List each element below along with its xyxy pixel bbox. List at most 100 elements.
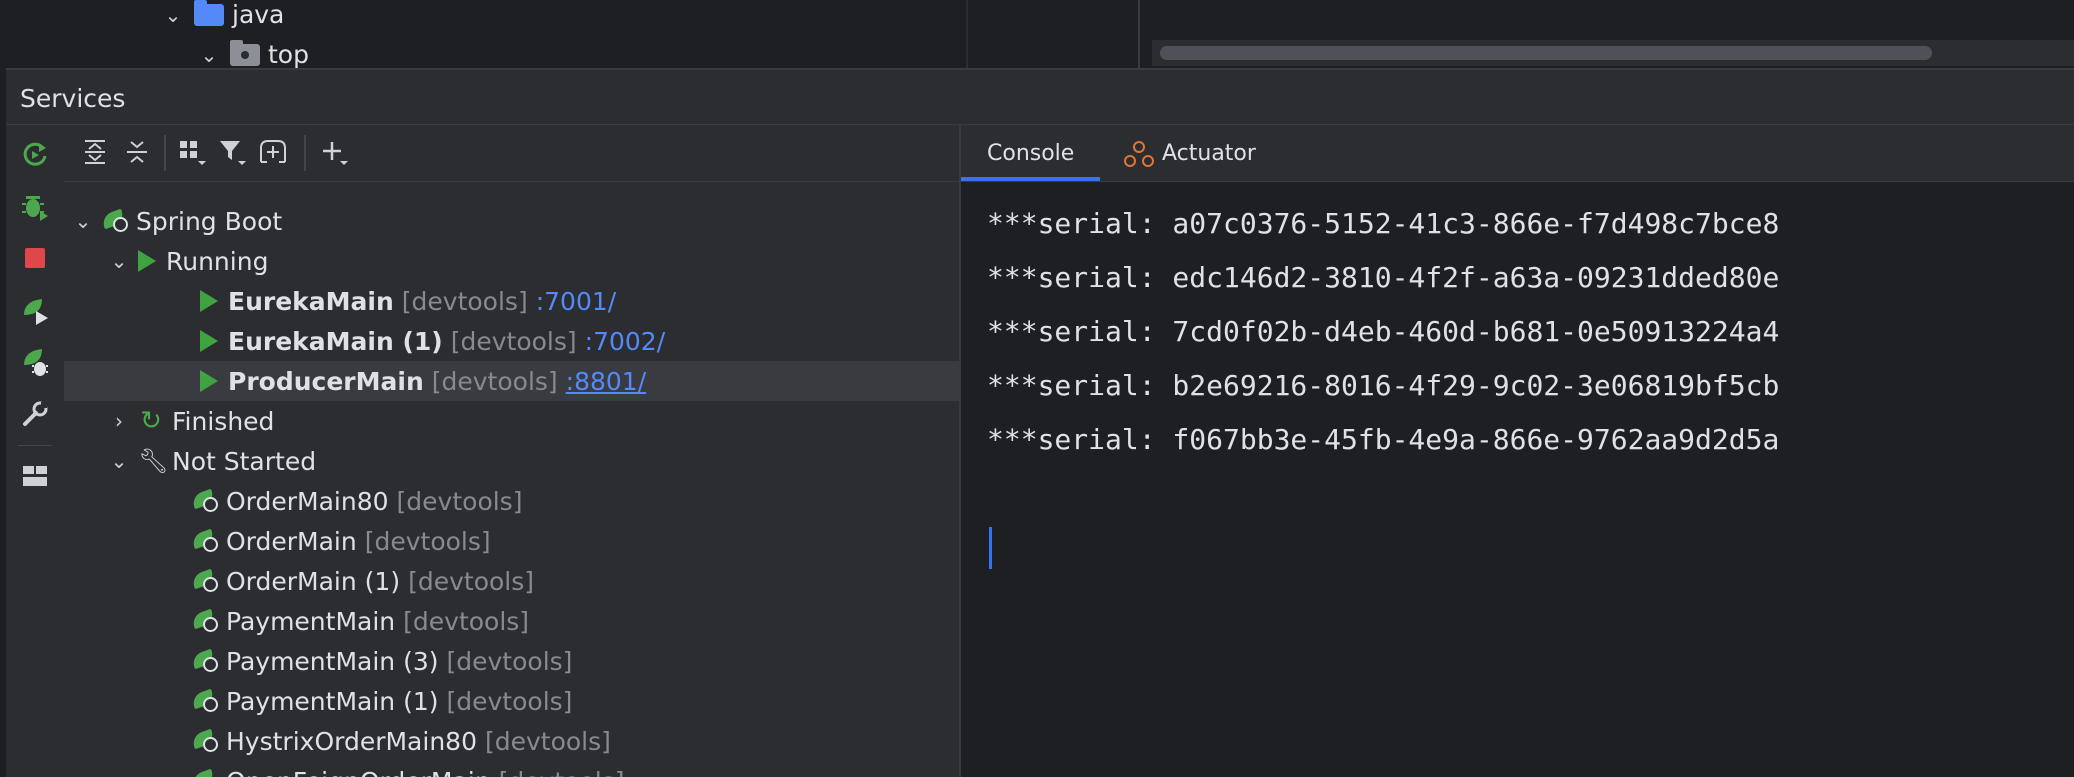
service-row-producermain[interactable]: ProducerMain [devtools] :8801/ <box>64 361 961 401</box>
service-row-ordermain[interactable]: OrderMain [devtools] <box>64 521 961 561</box>
spring-boot-icon <box>192 728 220 754</box>
actuator-icon <box>1124 139 1152 167</box>
running-icon <box>200 370 218 392</box>
tree-node-label: java <box>232 0 284 29</box>
service-tag: [devtools] <box>403 607 529 636</box>
debug-icon[interactable] <box>18 189 52 223</box>
settings-wrench-icon[interactable] <box>18 397 52 431</box>
console-line: ***serial: edc146d2-3810-4f2f-a63a-09231… <box>987 261 1779 294</box>
service-tag: [devtools] <box>402 287 528 316</box>
tab-label: Actuator <box>1162 141 1256 166</box>
tree-node-label: top <box>268 40 309 69</box>
service-tag: [devtools] <box>499 767 625 777</box>
service-row-openfeignordermain[interactable]: OpenFeignOrderMain [devtools] <box>64 761 961 777</box>
service-tag: [devtools] <box>447 687 573 716</box>
service-tag: [devtools] <box>408 567 534 596</box>
expand-all-icon[interactable] <box>76 133 114 171</box>
spring-boot-icon <box>192 648 220 674</box>
folder-icon <box>194 4 224 26</box>
services-toolbar <box>64 125 959 182</box>
divider <box>164 135 166 171</box>
run-spring-icon[interactable] <box>18 293 52 327</box>
chevron-right-icon[interactable]: › <box>106 409 132 433</box>
stop-icon[interactable] <box>18 241 52 275</box>
service-tag: [devtools] <box>397 487 523 516</box>
service-row-paymentmain-3[interactable]: PaymentMain (3) [devtools] <box>64 641 961 681</box>
running-icon <box>200 330 218 352</box>
add-icon[interactable] <box>316 133 354 171</box>
services-action-bar <box>6 125 65 777</box>
divider <box>966 0 968 68</box>
spring-boot-icon <box>102 208 130 234</box>
panel-title: Services <box>20 84 125 113</box>
spring-boot-icon <box>192 688 220 714</box>
service-tag: [devtools] <box>447 647 573 676</box>
console-line: ***serial: f067bb3e-45fb-4e9a-866e-9762a… <box>987 423 1779 456</box>
tree-node-label: Finished <box>172 407 274 436</box>
chevron-down-icon[interactable]: ⌄ <box>70 209 96 233</box>
spring-boot-icon <box>192 488 220 514</box>
service-name: PaymentMain (1) <box>226 687 439 716</box>
chevron-down-icon[interactable]: ⌄ <box>106 249 132 273</box>
tree-node-finished[interactable]: › ↻ Finished <box>64 401 961 441</box>
service-port-link[interactable]: :8801/ <box>566 367 646 396</box>
service-row-eurekamain-1[interactable]: EurekaMain (1) [devtools] :7002/ <box>64 321 961 361</box>
new-tab-icon[interactable] <box>254 133 292 171</box>
wrench-icon: 🔧︎ <box>138 447 164 475</box>
service-name: OrderMain (1) <box>226 567 400 596</box>
service-name: OrderMain80 <box>226 487 389 516</box>
service-name: ProducerMain <box>228 367 424 396</box>
tree-node-label: Spring Boot <box>136 207 282 236</box>
filter-icon[interactable] <box>214 133 252 171</box>
services-panel: Services <box>6 68 2074 776</box>
tree-node-not-started[interactable]: ⌄ 🔧︎ Not Started <box>64 441 961 481</box>
tree-node-java[interactable]: ⌄ java <box>160 0 284 29</box>
service-row-ordermain-1[interactable]: OrderMain (1) [devtools] <box>64 561 961 601</box>
divider <box>1138 0 1140 68</box>
scrollbar-thumb[interactable] <box>1160 46 1932 60</box>
tab-console[interactable]: Console <box>961 125 1100 181</box>
running-icon <box>138 250 156 272</box>
console-tab-bar: Console Actuator <box>961 125 2074 182</box>
service-row-eurekamain[interactable]: EurekaMain [devtools] :7001/ <box>64 281 961 321</box>
spring-boot-icon <box>192 528 220 554</box>
running-icon <box>200 290 218 312</box>
layout-icon[interactable] <box>18 459 52 493</box>
spring-boot-icon <box>192 768 220 777</box>
service-name: PaymentMain (3) <box>226 647 439 676</box>
chevron-down-icon[interactable]: ⌄ <box>106 449 132 473</box>
service-row-paymentmain-1[interactable]: PaymentMain (1) [devtools] <box>64 681 961 721</box>
service-name: OpenFeignOrderMain <box>226 767 491 777</box>
debug-spring-icon[interactable] <box>18 345 52 379</box>
service-port-link[interactable]: :7002/ <box>585 327 665 356</box>
tab-actuator[interactable]: Actuator <box>1116 125 1264 181</box>
console-line: ***serial: b2e69216-8016-4f29-9c02-3e068… <box>987 369 1779 402</box>
tree-node-top[interactable]: ⌄ top <box>196 40 309 69</box>
rerun-icon: ↻ <box>138 406 164 436</box>
console-line: ***serial: a07c0376-5152-41c3-866e-f7d49… <box>987 207 1779 240</box>
text-caret[interactable] <box>989 527 992 569</box>
service-tag: [devtools] <box>432 367 558 396</box>
service-name: PaymentMain <box>226 607 395 636</box>
tree-node-spring-boot[interactable]: ⌄ Spring Boot <box>64 201 961 241</box>
service-name: HystrixOrderMain80 <box>226 727 477 756</box>
group-by-icon[interactable] <box>174 133 212 171</box>
services-tree-panel: ⌄ Spring Boot ⌄ Running EurekaMain [devt… <box>64 125 961 777</box>
collapse-all-icon[interactable] <box>118 133 156 171</box>
tree-node-running[interactable]: ⌄ Running <box>64 241 961 281</box>
tree-node-label: Not Started <box>172 447 316 476</box>
service-row-paymentmain[interactable]: PaymentMain [devtools] <box>64 601 961 641</box>
console-panel: Console Actuator ***serial: a07c0376-515… <box>961 125 2074 777</box>
chevron-down-icon[interactable]: ⌄ <box>160 3 186 27</box>
service-tag: [devtools] <box>365 527 491 556</box>
rerun-icon[interactable] <box>18 137 52 171</box>
project-tree-strip: ⌄ java ⌄ top <box>0 0 2074 68</box>
services-body: ⌄ Spring Boot ⌄ Running EurekaMain [devt… <box>6 124 2074 777</box>
tab-label: Console <box>987 141 1074 166</box>
chevron-down-icon[interactable]: ⌄ <box>196 43 222 67</box>
service-name: EurekaMain <box>228 287 394 316</box>
spring-boot-icon <box>192 608 220 634</box>
service-row-hystrixordermain80[interactable]: HystrixOrderMain80 [devtools] <box>64 721 961 761</box>
service-port-link[interactable]: :7001/ <box>536 287 616 316</box>
service-row-ordermain80[interactable]: OrderMain80 [devtools] <box>64 481 961 521</box>
